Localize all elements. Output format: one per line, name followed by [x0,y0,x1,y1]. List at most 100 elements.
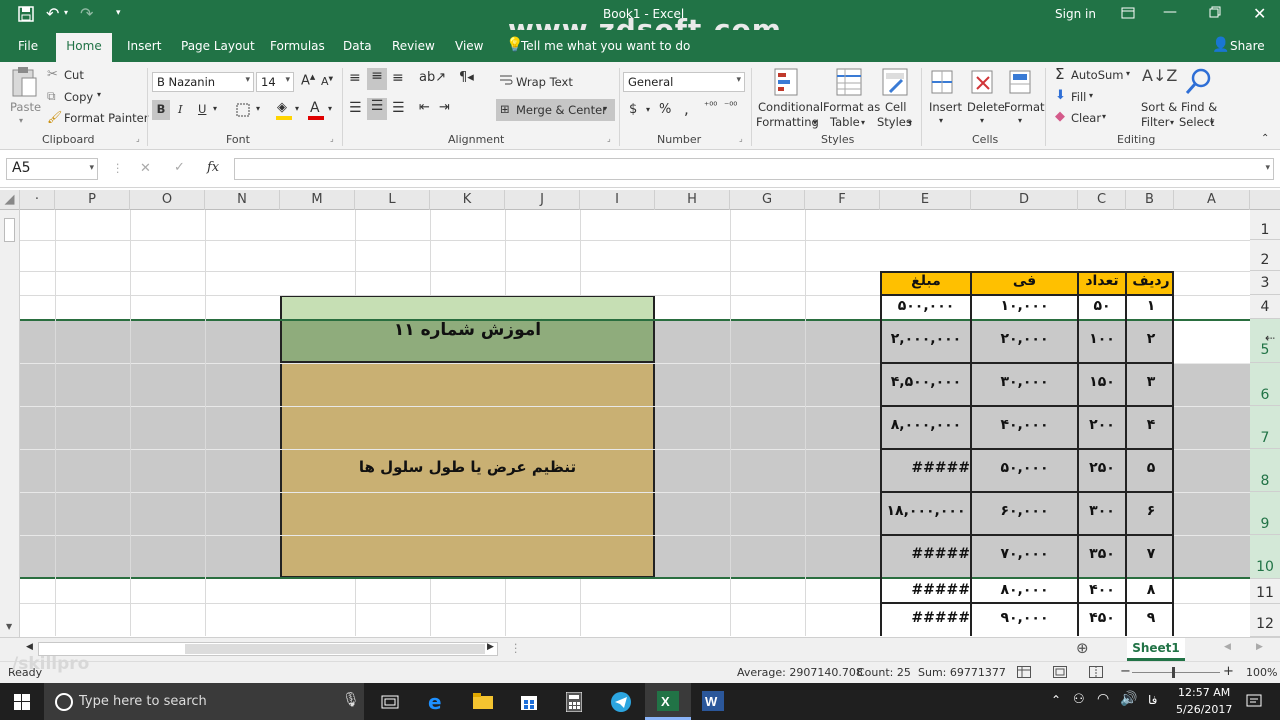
customize-toolbar-icon[interactable]: ▾ [116,8,121,18]
cell-radif[interactable]: ۹ [1127,610,1175,626]
currency-dropdown-icon[interactable]: ▾ [646,105,650,114]
column-header[interactable]: I [580,190,655,210]
cell-mablagh[interactable]: ##### [882,582,970,598]
format-as-table-label2[interactable]: Table [830,115,860,129]
header-cell-fi[interactable]: فی [972,273,1077,295]
number-format-combo[interactable]: General ▾ [623,72,745,92]
clock-time[interactable]: 12:57 AM [1178,686,1230,699]
cell-mablagh[interactable]: ۸,۰۰۰,۰۰۰ [882,417,970,433]
cell-mablagh[interactable]: ۴,۵۰۰,۰۰۰ [882,374,970,390]
cell-radif[interactable]: ۷ [1127,546,1175,562]
sheet-tab-sheet1[interactable]: Sheet1 [1127,638,1185,661]
cell-radif[interactable]: ۶ [1127,503,1175,519]
tab-view[interactable]: View [455,39,483,53]
column-header[interactable]: J [505,190,580,210]
row-header[interactable]: 1 [1250,210,1280,240]
cell-fi[interactable]: ۲۰,۰۰۰ [972,331,1077,347]
row-header[interactable]: 10 [1250,535,1280,579]
cell-mablagh[interactable]: ۵۰۰,۰۰۰ [882,298,970,314]
increase-indent-icon[interactable]: ⇥ [439,100,450,115]
clock-date[interactable]: 5/26/2017 [1176,703,1232,716]
windows-start-icon[interactable] [14,694,30,713]
top-align-icon[interactable]: ≡ [349,70,361,86]
header-cell-tedad[interactable]: تعداد [1079,273,1125,295]
tab-data[interactable]: Data [343,39,372,53]
row-header[interactable]: 11 [1250,579,1280,604]
cell-mablagh[interactable]: ##### [882,460,970,476]
zoom-slider[interactable] [1132,672,1220,673]
cell-fi[interactable]: ۶۰,۰۰۰ [972,503,1077,519]
tab-formulas[interactable]: Formulas [270,39,325,53]
cancel-entry-button[interactable]: ✕ [140,161,151,176]
cell-fi[interactable]: ۴۰,۰۰۰ [972,417,1077,433]
cell-mablagh[interactable]: ##### [882,546,970,562]
middle-align-icon[interactable]: ≡ [367,68,387,90]
font-name-combo[interactable]: B Nazanin ▾ [152,72,254,92]
paste-button[interactable]: Paste [10,100,41,114]
column-header[interactable]: F [805,190,880,210]
row-header[interactable]: 7 [1250,406,1280,449]
format-painter-button[interactable]: Format Painter [64,111,148,125]
rtl-direction-icon[interactable]: ¶◂ [459,70,474,85]
sign-in-link[interactable]: Sign in [1055,7,1096,21]
cell-mablagh[interactable]: ##### [882,610,970,626]
borders-dropdown-icon[interactable]: ▾ [256,104,260,113]
header-cell-mablagh[interactable]: مبلغ [882,273,970,295]
row-header[interactable]: 12 [1250,604,1280,637]
cell-fi[interactable]: ۳۰,۰۰۰ [972,374,1077,390]
tray-people-icon[interactable]: ⚇ [1073,692,1085,707]
column-header-q[interactable]: · [20,190,55,210]
format-as-table-button[interactable]: Format as [823,100,880,114]
cell-tedad[interactable]: ۱۵۰ [1079,374,1125,390]
column-header[interactable]: E [880,190,971,210]
row-header[interactable]: 9 [1250,492,1280,535]
alignment-launcher-icon[interactable]: ⌟ [607,134,611,143]
column-header[interactable]: K [430,190,505,210]
cell-fi[interactable]: ۸۰,۰۰۰ [972,582,1077,598]
cell-tedad[interactable]: ۲۵۰ [1079,460,1125,476]
close-icon[interactable]: ✕ [1253,4,1266,23]
cell-tedad[interactable]: ۱۰۰ [1079,331,1125,347]
tell-me-search[interactable]: Tell me what you want to do [521,39,690,53]
column-header[interactable]: P [55,190,130,210]
word-icon[interactable]: W [702,691,724,714]
borders-icon[interactable] [236,103,250,120]
tab-page-layout[interactable]: Page Layout [181,39,255,53]
paste-icon[interactable] [10,66,38,101]
cell-fi[interactable]: ۷۰,۰۰۰ [972,546,1077,562]
column-header[interactable]: C [1078,190,1126,210]
paste-dropdown-icon[interactable]: ▾ [19,116,23,125]
microphone-icon[interactable]: 🎙 [342,692,360,708]
scroll-left-icon[interactable]: ◀ [26,642,33,652]
worksheet-grid[interactable]: آموزش شماره ۱۱ تنظیم عرض یا طول سلول ها … [20,210,1250,636]
column-header[interactable]: N [205,190,280,210]
copy-dropdown-icon[interactable]: ▾ [97,90,101,99]
underline-dropdown-icon[interactable]: ▾ [213,104,217,113]
cut-button[interactable]: Cut [64,68,84,82]
cell-tedad[interactable]: ۴۵۰ [1079,610,1125,626]
cell-radif[interactable]: ۵ [1127,460,1175,476]
cell-fi[interactable]: ۵۰,۰۰۰ [972,460,1077,476]
font-launcher-icon[interactable]: ⌟ [330,134,334,143]
h-scroll-thumb[interactable] [185,644,485,654]
cell-fi[interactable]: ۱۰,۰۰۰ [972,298,1077,314]
number-launcher-icon[interactable]: ⌟ [739,134,743,143]
store-icon[interactable] [520,692,538,713]
horizontal-scrollbar[interactable] [38,642,498,656]
align-left-icon[interactable]: ☰ [349,100,362,116]
share-button[interactable]: Share [1230,39,1265,53]
cell-tedad[interactable]: ۵۰ [1079,298,1125,314]
cell-tedad[interactable]: ۴۰۰ [1079,582,1125,598]
file-explorer-icon[interactable] [473,693,493,712]
bold-button[interactable]: B [152,100,170,120]
tab-review[interactable]: Review [392,39,435,53]
autosum-button[interactable]: AutoSum [1071,68,1124,82]
normal-view-icon[interactable] [1017,666,1031,681]
font-size-combo[interactable]: 14 ▾ [256,72,294,92]
sort-filter-button[interactable]: Sort & [1141,100,1177,114]
zoom-level[interactable]: 100% [1246,666,1277,679]
align-right-icon[interactable]: ☰ [392,100,405,116]
zoom-out-button[interactable]: − [1120,664,1131,679]
split-handle-icon[interactable]: ⋮ [510,641,522,655]
font-color-icon[interactable]: A [310,100,320,116]
